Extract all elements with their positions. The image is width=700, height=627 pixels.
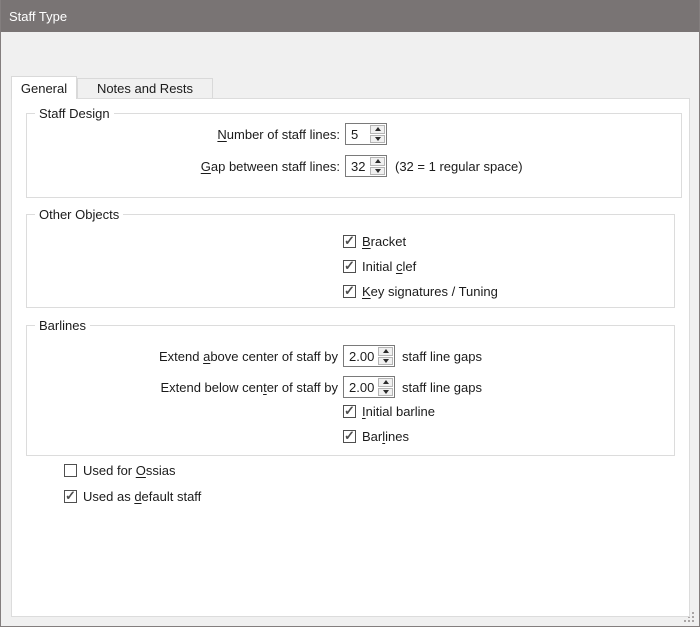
- tab-notes-and-rests[interactable]: Notes and Rests: [77, 78, 213, 98]
- spin-down-button[interactable]: [370, 135, 385, 144]
- barlines-label[interactable]: Barlines: [362, 429, 409, 444]
- check-icon: ✓: [65, 490, 76, 501]
- extend-below-label: Extend below center of staff by: [42, 380, 338, 395]
- extend-above-spinner[interactable]: 2.00: [343, 345, 395, 367]
- spin-up-icon: [383, 380, 389, 384]
- spin-down-icon: [375, 169, 381, 173]
- key-signatures-label[interactable]: Key signatures / Tuning: [362, 284, 498, 299]
- extend-below-value[interactable]: 2.00: [344, 377, 377, 397]
- titlebar[interactable]: Staff Type: [0, 0, 700, 32]
- gap-between-staff-lines-spinner[interactable]: 32: [345, 155, 387, 177]
- used-as-default-staff-checkbox[interactable]: ✓: [64, 490, 77, 503]
- group-staff-design-title: Staff Design: [35, 106, 114, 121]
- number-of-staff-lines-value[interactable]: 5: [346, 124, 369, 144]
- spin-down-icon: [375, 137, 381, 141]
- spin-down-button[interactable]: [378, 357, 393, 366]
- initial-barline-checkbox[interactable]: ✓: [343, 405, 356, 418]
- window-title: Staff Type: [9, 9, 67, 24]
- used-for-ossias-label[interactable]: Used for Ossias: [83, 463, 176, 478]
- spin-up-icon: [375, 159, 381, 163]
- tab-general-label: General: [21, 81, 67, 96]
- bracket-label[interactable]: Bracket: [362, 234, 406, 249]
- barlines-checkbox[interactable]: ✓: [343, 430, 356, 443]
- spin-down-icon: [383, 390, 389, 394]
- spin-up-icon: [383, 349, 389, 353]
- spin-up-button[interactable]: [378, 347, 393, 356]
- check-icon: ✓: [344, 430, 355, 441]
- spin-up-button[interactable]: [370, 125, 385, 134]
- extend-below-spinner[interactable]: 2.00: [343, 376, 395, 398]
- number-of-staff-lines-label: Number of staff lines:: [42, 127, 340, 142]
- spin-up-button[interactable]: [378, 378, 393, 387]
- initial-clef-label[interactable]: Initial clef: [362, 259, 416, 274]
- initial-clef-checkbox[interactable]: ✓: [343, 260, 356, 273]
- used-as-default-staff-label[interactable]: Used as default staff: [83, 489, 201, 504]
- group-other-objects-title: Other Objects: [35, 207, 123, 222]
- gap-between-staff-lines-label: Gap between staff lines:: [42, 159, 340, 174]
- tab-general[interactable]: General: [11, 76, 77, 99]
- tab-notes-and-rests-label: Notes and Rests: [97, 81, 193, 96]
- check-icon: ✓: [344, 285, 355, 296]
- extend-above-value[interactable]: 2.00: [344, 346, 377, 366]
- dialog-client-area: General Notes and Rests Staff Design Num…: [1, 32, 699, 626]
- check-icon: ✓: [344, 260, 355, 271]
- key-signatures-checkbox[interactable]: ✓: [343, 285, 356, 298]
- bracket-checkbox[interactable]: ✓: [343, 235, 356, 248]
- group-barlines-title: Barlines: [35, 318, 90, 333]
- number-of-staff-lines-spinner[interactable]: 5: [345, 123, 387, 145]
- check-icon: ✓: [344, 405, 355, 416]
- spin-up-icon: [375, 127, 381, 131]
- spin-down-button[interactable]: [370, 167, 385, 176]
- staff-type-dialog: Staff Type General Notes and Rests Staff…: [0, 0, 700, 627]
- spin-down-icon: [383, 359, 389, 363]
- used-for-ossias-checkbox[interactable]: ✓: [64, 464, 77, 477]
- gap-between-staff-lines-value[interactable]: 32: [346, 156, 369, 176]
- gap-hint-text: (32 = 1 regular space): [395, 159, 523, 174]
- spin-down-button[interactable]: [378, 388, 393, 397]
- initial-barline-label[interactable]: Initial barline: [362, 404, 435, 419]
- spin-up-button[interactable]: [370, 157, 385, 166]
- check-icon: ✓: [344, 235, 355, 246]
- extend-above-label: Extend above center of staff by: [42, 349, 338, 364]
- extend-below-suffix: staff line gaps: [402, 380, 482, 395]
- extend-above-suffix: staff line gaps: [402, 349, 482, 364]
- tab-page-general: Staff Design Number of staff lines: 5 Ga…: [11, 98, 690, 617]
